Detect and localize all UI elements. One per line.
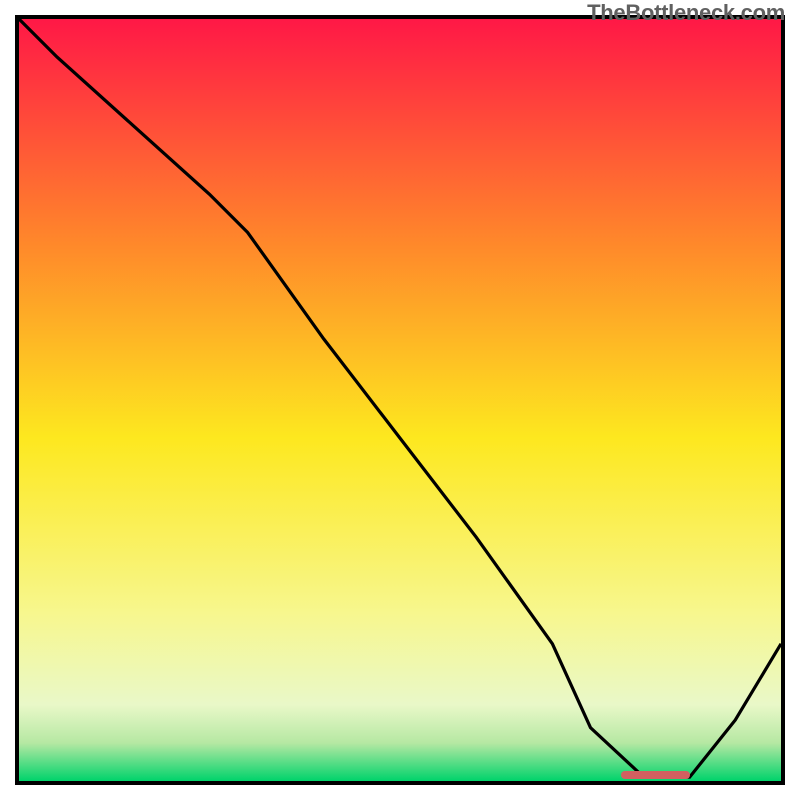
plot-area — [15, 15, 785, 785]
chart-frame: TheBottleneck.com — [0, 0, 800, 800]
bottleneck-curve — [19, 19, 781, 777]
watermark-text: TheBottleneck.com — [587, 0, 785, 26]
optimal-range-marker — [621, 771, 690, 779]
bottleneck-curve-svg — [19, 19, 781, 781]
